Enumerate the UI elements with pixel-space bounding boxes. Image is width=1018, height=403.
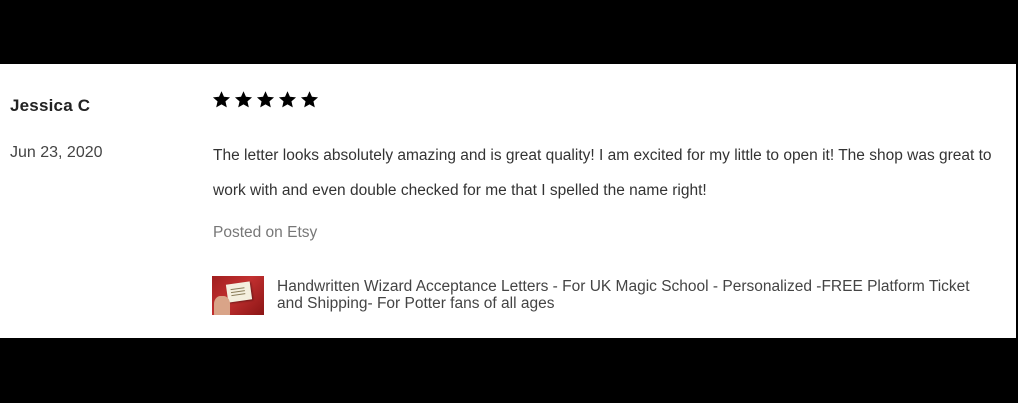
listing-link[interactable]: Handwritten Wizard Acceptance Letters - … — [212, 276, 977, 315]
star-icon — [300, 91, 319, 108]
hand-image — [214, 296, 230, 315]
listing-thumbnail[interactable] — [212, 276, 264, 315]
screenshot-frame: Jessica C Jun 23, 2020 The letter looks … — [0, 0, 1018, 403]
star-icon — [212, 91, 231, 108]
reviewer-name[interactable]: Jessica C — [10, 96, 90, 116]
listing-title[interactable]: Handwritten Wizard Acceptance Letters - … — [277, 278, 977, 312]
letter-image — [225, 281, 253, 303]
star-icon — [278, 91, 297, 108]
star-icon — [234, 91, 253, 108]
star-rating — [212, 90, 319, 109]
review-date: Jun 23, 2020 — [10, 144, 103, 161]
star-icon — [256, 91, 275, 108]
posted-on-label: Posted on Etsy — [213, 224, 318, 241]
review-card: Jessica C Jun 23, 2020 The letter looks … — [0, 64, 1016, 338]
review-text: The letter looks absolutely amazing and … — [213, 147, 992, 199]
